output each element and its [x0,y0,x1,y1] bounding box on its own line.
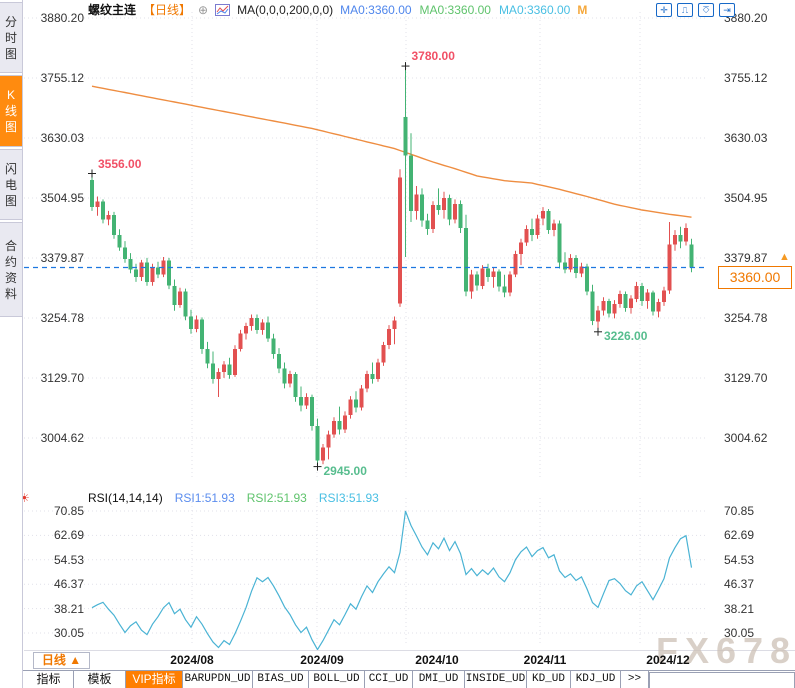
indicator-tab-CCI_UD[interactable]: CCI_UD [365,671,413,688]
x-axis-label-2024/09: 2024/09 [300,653,344,667]
rsi-title: RSI(14,14,14) [88,491,163,505]
axis-pan-icon[interactable]: ⎏ [698,3,714,17]
price-annotation-3556.00: 3556.00 [98,156,142,171]
main-y-label-left: 3880.20 [40,11,84,25]
exit-chart-icon[interactable]: ⇥ [719,3,735,17]
sidebar-tab-4[interactable]: 合约资料 [0,222,22,317]
rsi-y-label-right: 30.05 [724,625,755,640]
main-y-label-right: 3379.87 [724,251,768,265]
rsi-y-label-left: 62.69 [53,528,84,543]
price-annotation-3780.00: 3780.00 [411,49,455,64]
main-y-label-right: 3755.12 [724,71,768,85]
rsi-y-label-right: 70.85 [724,504,755,518]
x-axis-label-2024/12: 2024/12 [646,653,690,667]
main-y-label-left: 3379.87 [40,251,84,265]
chart-type-sidebar: 分时图K线图闪电图合约资料 [0,0,23,688]
main-y-label-right: 3004.62 [724,431,768,445]
indicator-tab-INSIDE_UD[interactable]: INSIDE_UD [465,671,527,688]
m-label: M [577,2,588,17]
main-y-label-right: 3129.70 [724,371,768,385]
indicator-tab-BIAS_UD[interactable]: BIAS_UD [253,671,309,688]
rsi-value-2: RSI2:51.93 [246,491,307,505]
main-y-label-left: 3129.70 [40,371,84,385]
indicator-tab-KD_UD[interactable]: KD_UD [527,671,571,688]
ma-value-3: MA0:3360.00 [498,2,571,17]
chart-application: 分时图K线图闪电图合约资料 螺纹主连 【日线】 ⊕ MA(0,0,0,200,0… [0,0,795,688]
price-up-arrow-icon: ▲ [779,251,790,263]
main-y-label-right: 3254.78 [724,311,768,325]
current-price-badge: 3360.00 [718,266,792,289]
sidebar-tab-3[interactable]: 闪电图 [0,149,22,220]
rsi-value-3: RSI3:51.93 [318,491,379,505]
main-y-label-left: 3755.12 [40,71,84,85]
main-y-label-left: 3504.95 [40,191,84,205]
main-y-label-left: 3254.78 [40,311,84,325]
pan-tool-icon[interactable]: ✛ [656,3,672,17]
axis-zoom-icon[interactable]: ⎍ [677,3,693,17]
indicator-tab-DMI_UD[interactable]: DMI_UD [413,671,465,688]
indicator-tab-KDJ_UD[interactable]: KDJ_UD [571,671,621,688]
rsi-y-label-right: 54.53 [724,552,755,567]
add-indicator-icon[interactable]: ⊕ [198,3,208,17]
rsi-legend: RSI1:51.93 RSI2:51.93 RSI3:51.93 [175,491,379,505]
rsi-y-label-left: 30.05 [53,625,84,640]
x-axis-label-2024/08: 2024/08 [170,653,214,667]
chart-toolbar: ✛ ⎍ ⎏ ⇥ [656,3,735,17]
rsi-header: RSI(14,14,14) RSI1:51.93 RSI2:51.93 RSI3:5… [88,491,379,505]
price-annotation-3226.00: 3226.00 [604,328,648,343]
tab-strip-empty [649,672,795,688]
rsi-y-label-right: 62.69 [724,528,755,543]
ma-value-1: MA0:3360.00 [340,2,412,17]
ma-settings-label: MA(0,0,0,200,0,0) [237,2,334,17]
candlestick-chart[interactable] [24,0,795,490]
indicator-tab-bar: 指标 模板 VIP指标 BARUPDN_UD BIAS_UD BOLL_UD CCI_UD D… [0,670,795,688]
symbol-name: 螺纹主连 [88,3,137,17]
x-axis-label-2024/10: 2024/10 [415,653,459,667]
rsi-y-label-right: 46.37 [724,577,755,592]
rsi-y-label-right: 38.21 [724,601,755,616]
indicator-tab-模板[interactable]: 模板 [74,671,126,688]
main-y-label-left: 3004.62 [40,431,84,445]
indicator-tab-VIP指标[interactable]: VIP指标 [126,671,183,688]
indicator-tab-BOLL_UD[interactable]: BOLL_UD [309,671,365,688]
rsi-y-label-left: 54.53 [53,552,84,567]
main-y-label-right: 3504.95 [724,191,768,205]
period-selector-button[interactable]: 日线 ▲ [33,652,90,669]
ma-indicator-icon [215,3,231,16]
sidebar-tab-2[interactable]: K线图 [0,75,22,147]
rsi-y-label-left: 70.85 [53,504,84,518]
rsi-y-label-left: 38.21 [53,601,84,616]
sidebar-tab-1[interactable]: 分时图 [0,2,22,73]
rsi-y-label-left: 46.37 [53,577,84,592]
x-axis-label-2024/11: 2024/11 [523,653,567,667]
indicator-tab->>[interactable]: >> [621,671,649,688]
indicator-tab-BARUPDN_UD[interactable]: BARUPDN_UD [183,671,253,688]
main-y-label-left: 3630.03 [40,131,84,145]
ma-values: MA0:3360.00 MA0:3360.00 MA0:3360.00 [340,3,570,17]
rsi-value-1: RSI1:51.93 [174,491,235,505]
ma-value-2: MA0:3360.00 [419,2,491,17]
main-y-label-right: 3630.03 [724,131,768,145]
price-annotation-2945.00: 2945.00 [323,463,367,478]
rsi-chart[interactable] [24,490,795,650]
indicator-tab-指标[interactable]: 指标 [24,671,74,688]
period-tag: 【日线】 [143,3,192,17]
chart-header: 螺纹主连 【日线】 ⊕ MA(0,0,0,200,0,0) MA0:3360.0… [88,2,588,18]
